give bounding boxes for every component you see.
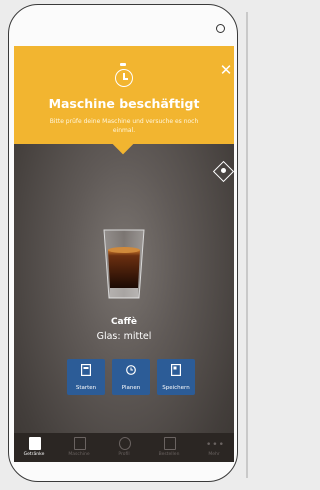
save-icon bbox=[171, 364, 182, 377]
start-button[interactable]: Starten bbox=[67, 359, 105, 395]
more-icon: ••• bbox=[206, 440, 225, 450]
timer-icon bbox=[115, 69, 133, 87]
coffee-glass-image bbox=[103, 229, 145, 299]
nav-item-beverages[interactable]: Getränke bbox=[14, 433, 54, 462]
busy-overlay: ✕ Maschine beschäftigt Bitte prüfe deine… bbox=[14, 46, 234, 144]
app-screen: ✕ Maschine beschäftigt Bitte prüfe deine… bbox=[14, 46, 234, 462]
nav-label-more: Mehr bbox=[208, 452, 220, 457]
product-name: Caffè bbox=[110, 317, 138, 327]
start-icon bbox=[81, 364, 92, 377]
nav-item-more[interactable]: ••• Mehr bbox=[194, 433, 234, 462]
timer-button bbox=[120, 63, 126, 66]
camera-icon bbox=[216, 24, 225, 33]
nav-label-machine: Maschine bbox=[68, 452, 90, 457]
save-button[interactable]: Speichern bbox=[157, 359, 195, 395]
nav-label-profile: Profil bbox=[118, 452, 130, 457]
cup-icon bbox=[29, 437, 41, 450]
close-icon[interactable]: ✕ bbox=[218, 62, 234, 78]
bottom-navigation: Getränke Maschine Profil Bestellen ••• M… bbox=[14, 433, 234, 462]
overlay-title: Maschine beschäftigt bbox=[48, 96, 200, 111]
schedule-label: Planen bbox=[121, 385, 141, 391]
schedule-button[interactable]: Planen bbox=[112, 359, 150, 395]
device-side-edge bbox=[246, 12, 248, 478]
nav-item-order[interactable]: Bestellen bbox=[149, 433, 189, 462]
overlay-message: Bitte prüfe deine Maschine und versuche … bbox=[49, 118, 199, 134]
profile-icon bbox=[119, 437, 131, 450]
nav-label-order: Bestellen bbox=[158, 452, 180, 457]
save-label: Speichern bbox=[162, 385, 190, 391]
share-icon-dot bbox=[221, 168, 226, 173]
start-label: Starten bbox=[75, 385, 97, 391]
clock-icon bbox=[126, 364, 136, 376]
nav-label-beverages: Getränke bbox=[23, 452, 45, 457]
nav-item-machine[interactable]: Maschine bbox=[59, 433, 99, 462]
order-icon bbox=[164, 437, 176, 450]
machine-icon bbox=[74, 437, 86, 450]
nav-item-profile[interactable]: Profil bbox=[104, 433, 144, 462]
product-detail: Glas: mittel bbox=[96, 331, 152, 342]
